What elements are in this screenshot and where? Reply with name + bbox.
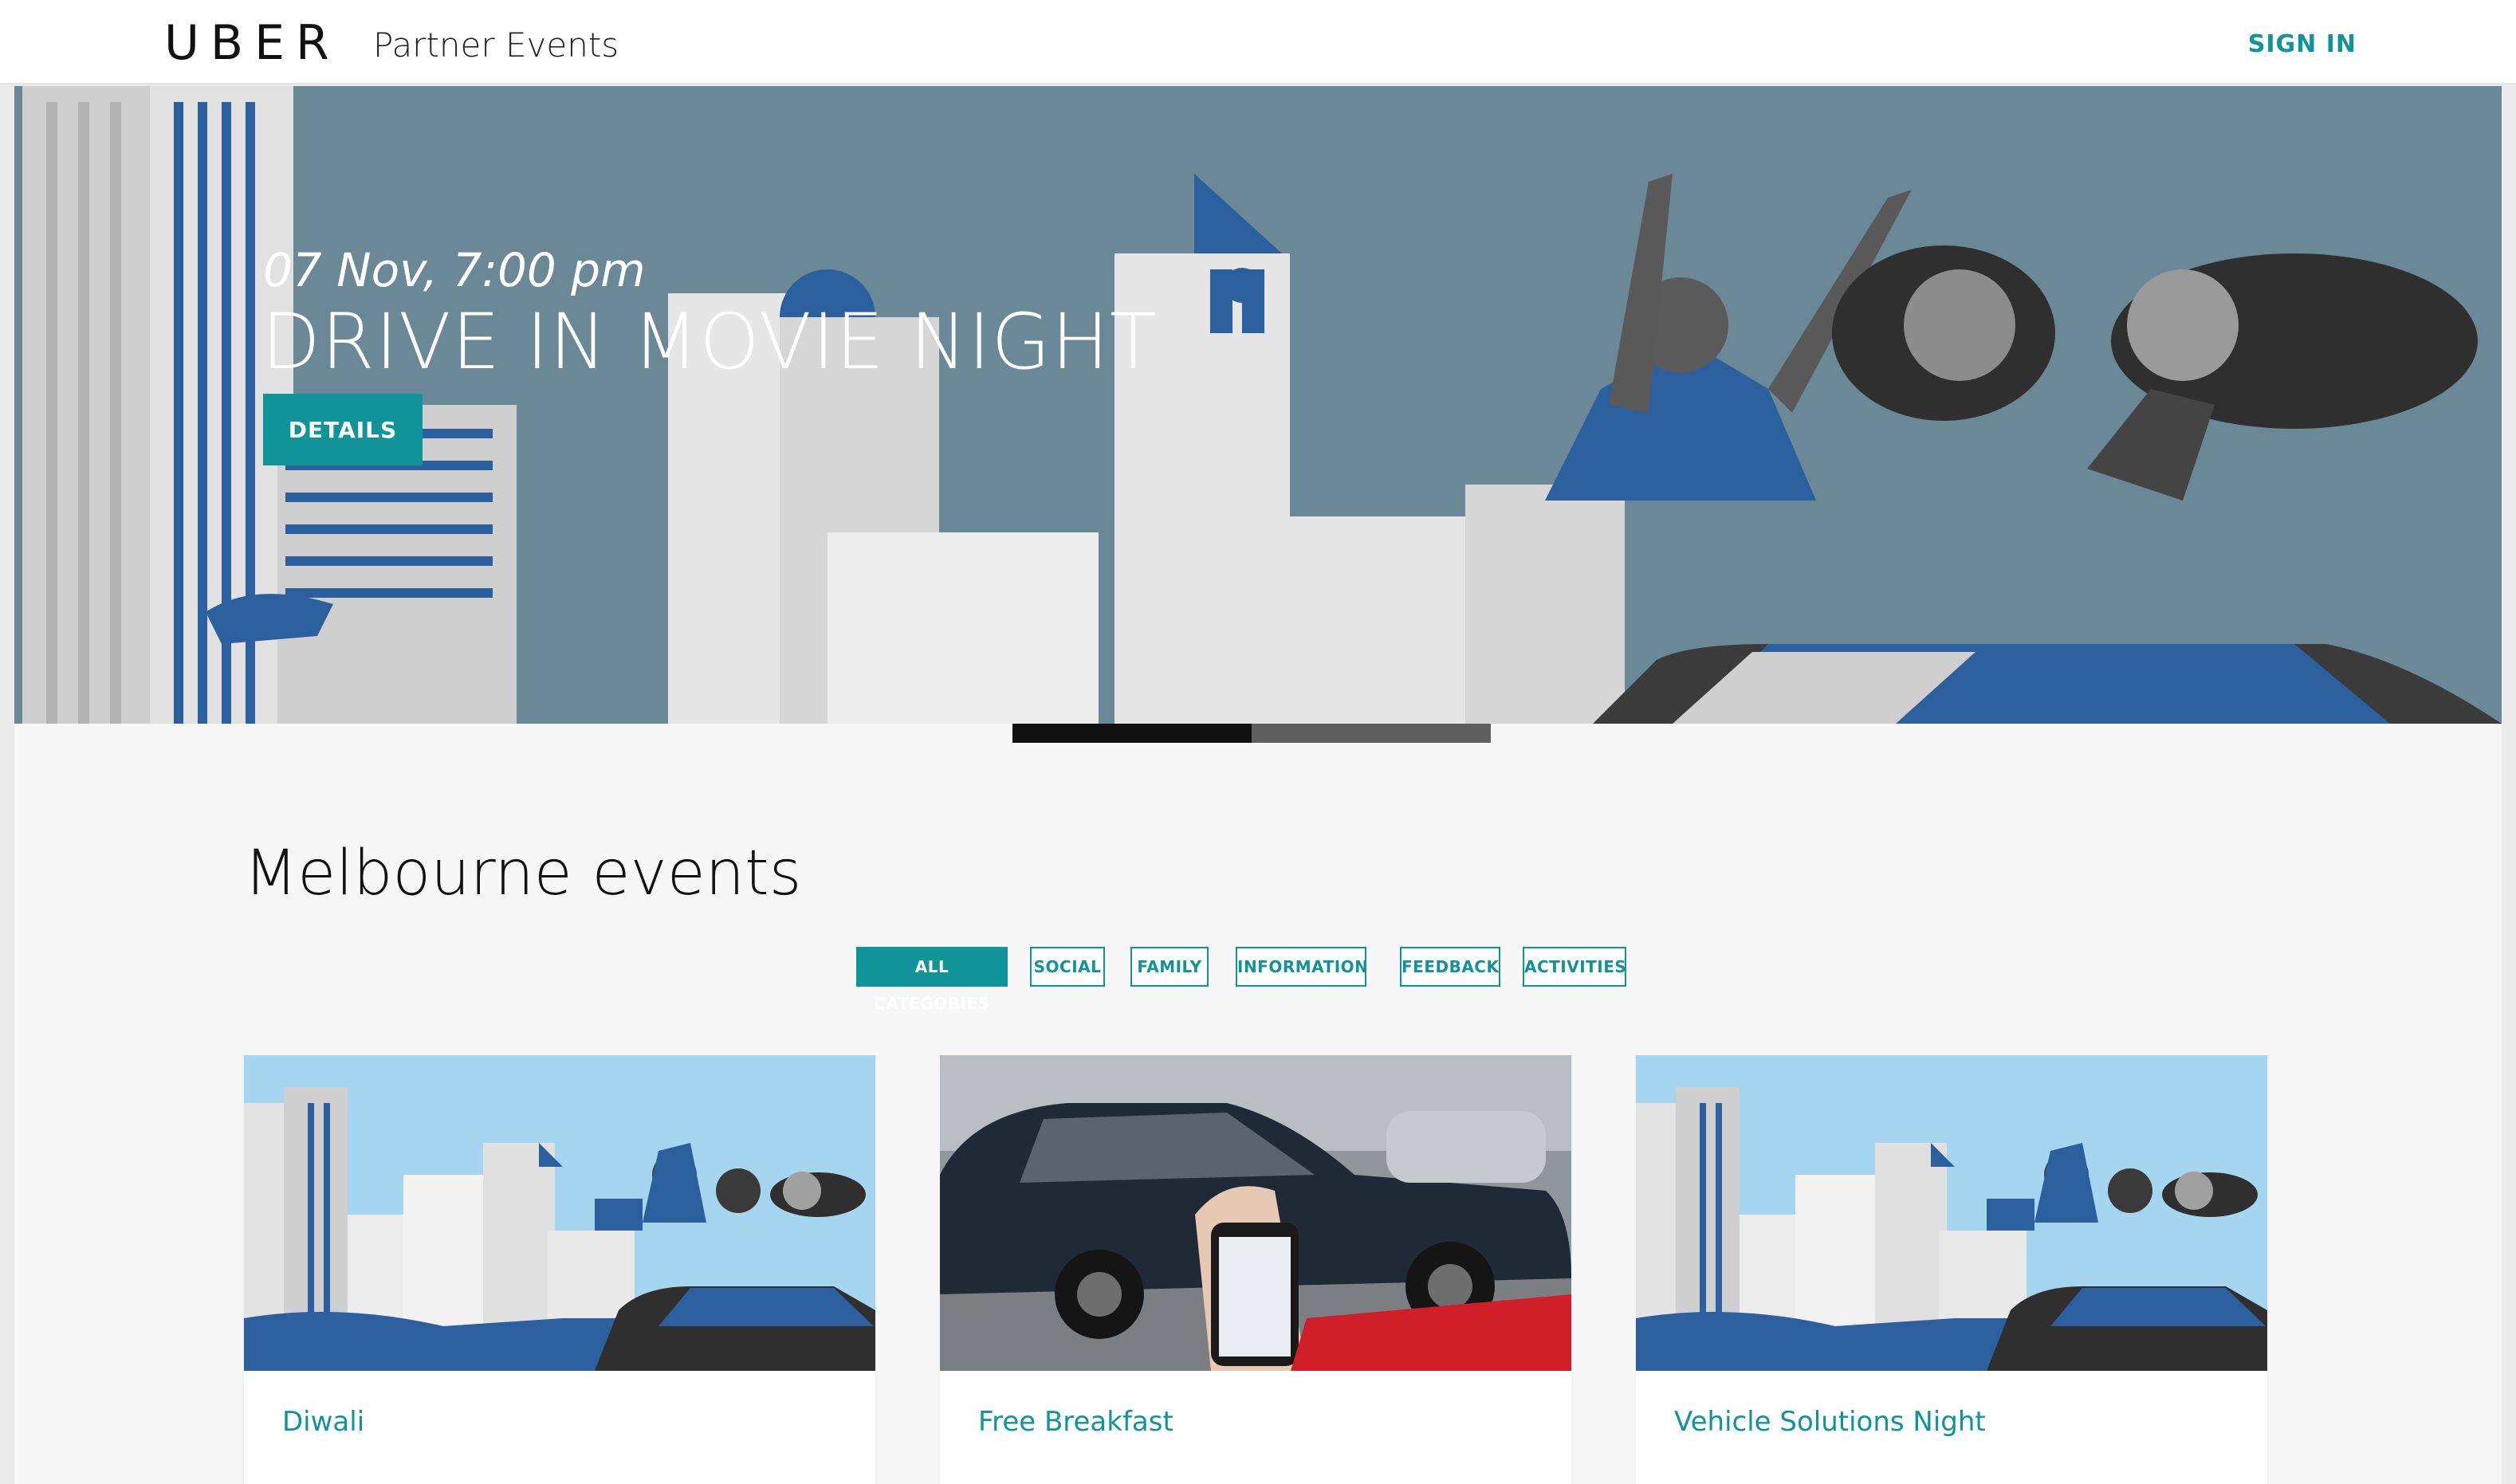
hero-event-title: DRIVE IN MOVIE NIGHT [261,297,1158,387]
event-card-vehicle-solutions-night[interactable]: Vehicle Solutions Night [1636,1055,2267,1484]
filter-information[interactable]: INFORMATION [1236,947,1368,987]
event-card-title[interactable]: Diwali [282,1404,364,1439]
category-filters: ALL CATEGORIES SOCIAL FAMILY INFORMATION… [14,947,2502,1013]
hero-event-date: 07 Nov, 7:00 pm [263,243,646,297]
filter-social[interactable]: SOCIAL [1030,947,1105,987]
top-navigation-bar: UBER Partner Events SIGN IN [0,0,2516,84]
carousel-slide-1-indicator[interactable] [1012,724,1252,743]
event-card-image[interactable] [1636,1055,2267,1371]
sign-in-link[interactable]: SIGN IN [2248,29,2357,61]
event-card-diwali[interactable]: Diwali [244,1055,875,1484]
event-card-title[interactable]: Vehicle Solutions Night [1674,1404,1986,1439]
carousel-indicator[interactable] [1012,724,1491,743]
section-title: Melbourne events [244,838,802,909]
event-card-free-breakfast[interactable]: Free Breakfast [940,1055,1571,1484]
site-subtitle: Partner Events [373,26,619,65]
filter-feedback[interactable]: FEEDBACK [1400,947,1500,987]
event-card-image[interactable] [244,1055,875,1371]
filter-all-categories[interactable]: ALL CATEGORIES [856,947,1008,1013]
event-card-image[interactable] [940,1055,1571,1371]
filter-family[interactable]: FAMILY [1130,947,1209,987]
uber-logo[interactable]: UBER [164,14,340,72]
carousel-slide-2-indicator[interactable] [1252,724,1491,743]
events-section: Melbourne events ALL CATEGORIES SOCIAL F… [14,724,2502,1484]
details-button[interactable]: DETAILS [263,394,423,465]
event-card-title[interactable]: Free Breakfast [978,1404,1173,1439]
filter-activities[interactable]: ACTIVITIES [1523,947,1626,987]
hero-banner[interactable]: 07 Nov, 7:00 pm DRIVE IN MOVIE NIGHT DET… [14,86,2502,724]
